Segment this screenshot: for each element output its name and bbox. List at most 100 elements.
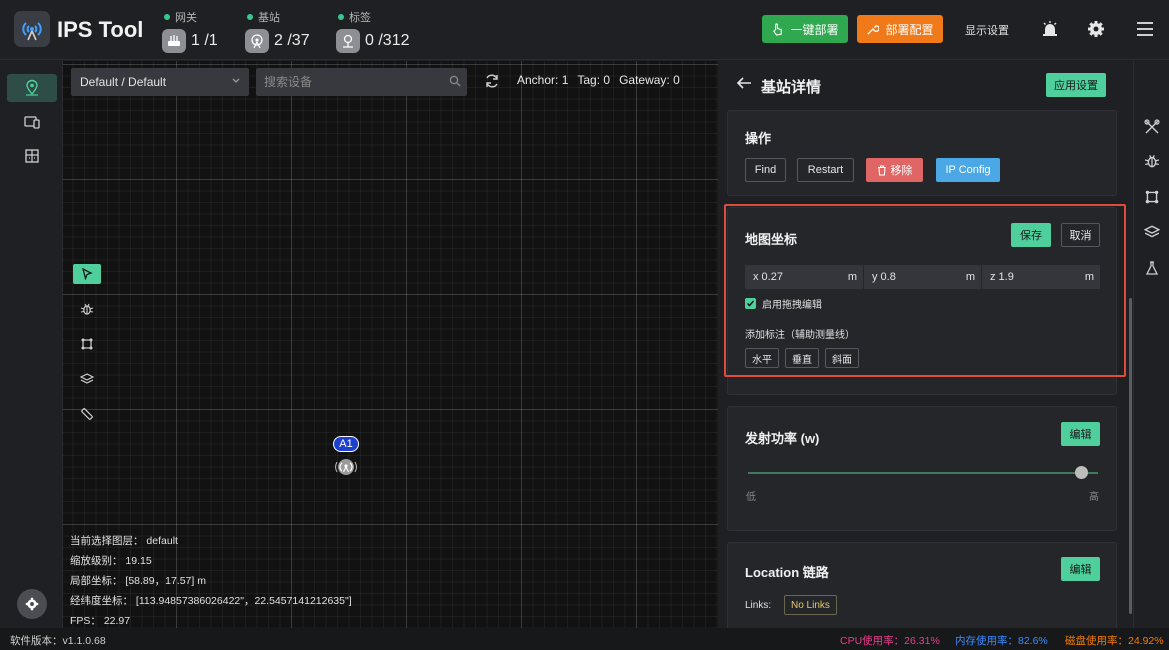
top-bar: IPS Tool 网关 1 /1 基站 2 /37 标签 0 /312 一键部署… <box>0 0 1169 60</box>
trash-icon <box>877 164 886 176</box>
floor-dropdown[interactable]: Default / Default <box>71 68 249 96</box>
anchor-icon <box>245 29 269 53</box>
deploy-config-button[interactable]: 部署配置 <box>857 15 943 43</box>
stat-value: 1 /1 <box>191 32 218 49</box>
anchor-detail-panel: 基站详情 应用设置 操作 Find Restart 移除 IP Config 地… <box>718 61 1133 628</box>
stat-label: 网关 <box>175 12 197 24</box>
ruler-icon <box>81 408 93 420</box>
tag-icon <box>336 29 360 53</box>
gateway-stat[interactable]: 网关 1 /1 <box>162 9 218 53</box>
sidebar-item-map[interactable] <box>7 74 57 102</box>
status-dot <box>338 14 344 20</box>
area-tool-button[interactable] <box>73 334 101 354</box>
layers-tool-button[interactable] <box>73 369 101 389</box>
location-link-card: Location 链路 编辑 Links: No Links <box>727 542 1117 628</box>
find-button[interactable]: Find <box>745 158 786 182</box>
tx-power-card: 发射功率 (w) 编辑 低 高 <box>727 406 1117 531</box>
cursor-icon <box>82 268 93 280</box>
building-icon <box>25 149 39 163</box>
version-label: 软件版本：v1.1.0.68 <box>10 635 106 647</box>
cpu-usage: CPU使用率：26.31% <box>840 635 940 647</box>
tx-power-slider-thumb[interactable] <box>1074 466 1088 479</box>
flask-icon[interactable] <box>1143 259 1161 277</box>
antenna-logo-icon <box>22 22 42 41</box>
operations-title: 操作 <box>745 131 772 146</box>
config-label: 部署配置 <box>885 22 934 37</box>
one-click-deploy-button[interactable]: 一键部署 <box>762 15 848 43</box>
remove-button[interactable]: 移除 <box>866 158 923 182</box>
sidebar-item-buildings[interactable] <box>7 142 57 170</box>
status-bar: 软件版本：v1.1.0.68 CPU使用率：26.31% 内存使用率：82.6%… <box>0 628 1169 650</box>
location-edit-button[interactable]: 编辑 <box>1061 557 1100 581</box>
layer-info: 当前选择图层： default <box>70 535 178 547</box>
map-toolbar <box>73 264 101 439</box>
app-logo <box>14 11 50 47</box>
bug-tool-button[interactable] <box>73 299 101 319</box>
operations-card: 操作 Find Restart 移除 IP Config <box>727 110 1117 196</box>
restart-button[interactable]: Restart <box>797 158 854 182</box>
menu-icon[interactable] <box>1135 19 1155 39</box>
tag-stat[interactable]: 标签 0 /312 <box>336 9 409 53</box>
stat-value: 2 /37 <box>274 32 310 49</box>
stat-value: 0 /312 <box>365 32 410 49</box>
stat-label: 基站 <box>258 12 280 24</box>
sidebar-settings-button[interactable] <box>17 589 47 619</box>
links-badge: No Links <box>784 595 837 615</box>
panel-scrollbar[interactable] <box>1129 298 1132 614</box>
anchor-stat[interactable]: 基站 2 /37 <box>245 9 310 53</box>
apply-settings-button[interactable]: 应用设置 <box>1046 73 1106 97</box>
gear-icon[interactable] <box>1086 19 1106 39</box>
layers-icon <box>80 373 94 384</box>
anchor-marker-icon[interactable] <box>334 455 358 479</box>
search-icon <box>449 75 461 87</box>
tools-icon[interactable] <box>1143 118 1161 136</box>
gear-icon <box>25 597 39 611</box>
bug-icon <box>80 303 94 315</box>
refresh-icon[interactable] <box>484 73 500 89</box>
devices-icon <box>24 116 40 129</box>
map-canvas[interactable]: Default / Default Anchor: 1 Tag: 0 Gatew… <box>63 61 718 628</box>
tag-count: Tag: 0 <box>577 73 611 87</box>
local-coord-info: 局部坐标： [58.89，17.57] m <box>70 575 206 587</box>
ruler-tool-button[interactable] <box>73 404 101 424</box>
sidebar-item-devices[interactable] <box>7 108 57 136</box>
map-pin-icon <box>26 79 38 96</box>
status-dot <box>247 14 253 20</box>
ip-config-button[interactable]: IP Config <box>936 158 1000 182</box>
area-select-icon[interactable] <box>1143 188 1161 206</box>
gateway-count: Gateway: 0 <box>619 73 680 87</box>
deploy-label: 一键部署 <box>790 22 839 37</box>
app-title: IPS Tool <box>57 17 144 42</box>
map-info-panel: 当前选择图层： default 缩放级别： 19.15 局部坐标： [58.89… <box>70 531 352 628</box>
alarm-icon[interactable] <box>1040 19 1060 39</box>
lonlat-info: 经纬度坐标： [113.94857386026422"，22.545714121… <box>70 595 352 607</box>
display-settings-button[interactable]: 显示设置 <box>965 22 1009 38</box>
back-arrow-icon[interactable] <box>736 76 752 90</box>
left-sidebar <box>0 61 63 628</box>
floor-dropdown-value: Default / Default <box>80 75 167 89</box>
status-dot <box>164 14 170 20</box>
links-label: Links: <box>745 600 772 611</box>
slider-low-label: 低 <box>746 492 756 503</box>
device-search-input[interactable] <box>256 68 467 96</box>
memory-usage: 内存使用率：82.6% <box>955 635 1048 647</box>
tx-power-slider-track[interactable] <box>748 472 1098 474</box>
bug-icon[interactable] <box>1143 152 1161 170</box>
anchor-count: Anchor: 1 <box>517 73 569 87</box>
stat-label: 标签 <box>349 12 371 24</box>
zoom-info: 缩放级别： 19.15 <box>70 555 152 567</box>
disk-usage: 磁盘使用率：24.92% <box>1065 635 1164 647</box>
chevron-down-icon <box>232 78 240 83</box>
anchor-marker-label[interactable]: A1 <box>333 436 359 452</box>
hand-pointer-icon <box>773 22 783 36</box>
gateway-icon <box>162 29 186 53</box>
tools-icon <box>867 24 880 35</box>
tx-power-title: 发射功率 (w) <box>745 431 820 446</box>
remove-label: 移除 <box>890 165 913 177</box>
layers-icon[interactable] <box>1143 223 1161 241</box>
slider-high-label: 高 <box>1089 492 1099 503</box>
panel-header: 基站详情 应用设置 <box>718 61 1133 107</box>
highlight-frame <box>724 204 1126 377</box>
select-tool-button[interactable] <box>73 264 101 284</box>
tx-power-edit-button[interactable]: 编辑 <box>1061 422 1100 446</box>
